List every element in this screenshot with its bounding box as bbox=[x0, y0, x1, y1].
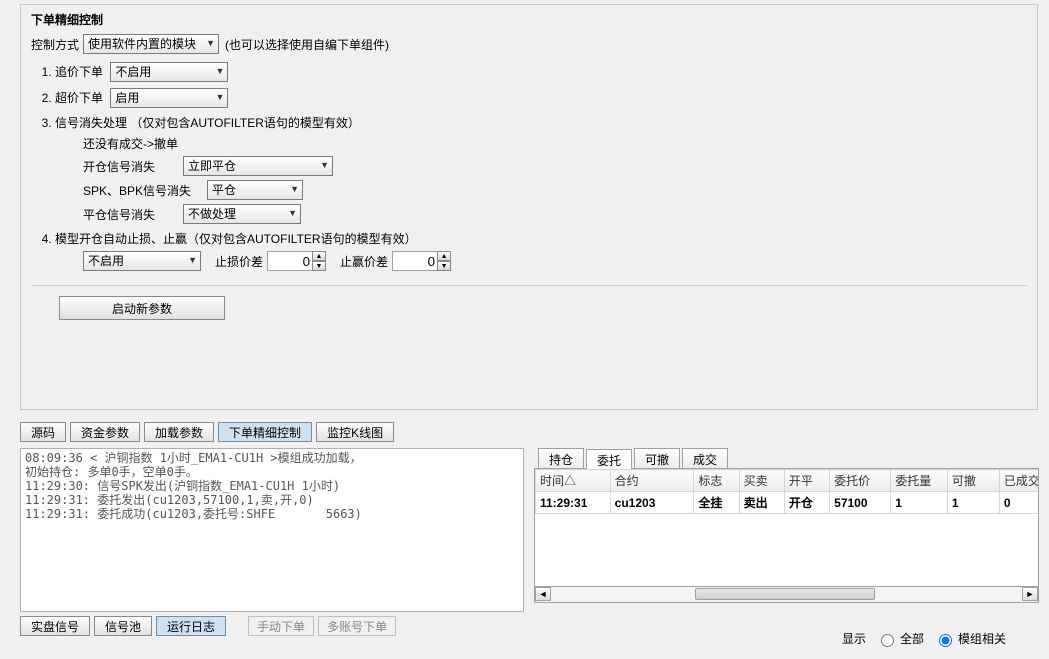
orders-tabstrip: 持仓 委托 可撤 成交 bbox=[534, 448, 1039, 469]
mid-tabstrip: 源码 资金参数 加载参数 下单精细控制 监控K线图 bbox=[20, 422, 394, 442]
tab-filled[interactable]: 成交 bbox=[682, 448, 728, 468]
fine-order-control-panel: 下单精细控制 控制方式 使用软件内置的模块 (也可以选择使用自编下单组件) 追价… bbox=[20, 4, 1038, 410]
tab-run-log[interactable]: 运行日志 bbox=[156, 616, 226, 636]
col-bs[interactable]: 买卖 bbox=[739, 470, 784, 492]
close-lost-select[interactable]: 不做处理 bbox=[183, 204, 301, 224]
col-oc[interactable]: 开平 bbox=[784, 470, 829, 492]
tab-real-signal[interactable]: 实盘信号 bbox=[20, 616, 90, 636]
col-filled[interactable]: 已成交 bbox=[999, 470, 1039, 492]
table-row[interactable]: 11:29:31 cu1203 全挂 卖出 开仓 57100 1 1 0 0 bbox=[536, 492, 1040, 514]
tab-fund-params[interactable]: 资金参数 bbox=[70, 422, 140, 442]
loss-input[interactable] bbox=[267, 251, 313, 271]
tab-position[interactable]: 持仓 bbox=[538, 448, 584, 468]
win-spin-down[interactable]: ▼ bbox=[437, 261, 451, 271]
col-qty[interactable]: 委托量 bbox=[891, 470, 948, 492]
tab-load-params[interactable]: 加载参数 bbox=[144, 422, 214, 442]
orders-panel: 持仓 委托 可撤 成交 时间△ 合约 标志 买卖 开平 委托价 委托量 bbox=[534, 448, 1039, 612]
win-label: 止赢价差 bbox=[340, 253, 388, 270]
show-label: 显示 bbox=[842, 630, 866, 647]
tab-cancelable[interactable]: 可撤 bbox=[634, 448, 680, 468]
col-price[interactable]: 委托价 bbox=[830, 470, 891, 492]
col-cancelable[interactable]: 可撤 bbox=[947, 470, 999, 492]
tab-entrust[interactable]: 委托 bbox=[586, 449, 632, 469]
log-line: 11:29:30: 信号SPK发出(沪铜指数_EMA1-CU1H 1小时) bbox=[25, 479, 340, 493]
log-line: 11:29:31: 委托发出(cu1203,57100,1,卖,开,0) bbox=[25, 493, 314, 507]
control-mode-hint: (也可以选择使用自编下单组件) bbox=[225, 36, 389, 53]
multi-account-order-button: 多账号下单 bbox=[318, 616, 396, 636]
loss-spin-up[interactable]: ▲ bbox=[312, 251, 326, 261]
loss-label: 止损价差 bbox=[215, 253, 263, 270]
apply-new-params-button[interactable]: 启动新参数 bbox=[59, 296, 225, 320]
radio-model-related[interactable]: 模组相关 bbox=[934, 630, 1006, 647]
win-input[interactable] bbox=[392, 251, 438, 271]
log-line: 08:09:36 < 沪铜指数 1小时_EMA1-CU1H >模组成功加载， bbox=[25, 451, 362, 465]
log-line: 11:29:31: 委托成功(cu1203,委托号:SHFE 5663) bbox=[25, 507, 362, 521]
over-label: 超价下单 bbox=[55, 89, 103, 106]
panel-title: 下单精细控制 bbox=[31, 11, 1027, 28]
chase-select[interactable]: 不启用 bbox=[110, 62, 228, 82]
show-filter-row: 显示 全部 模组相关 bbox=[842, 630, 1006, 647]
open-lost-select[interactable]: 立即平仓 bbox=[183, 156, 333, 176]
manual-order-button: 手动下单 bbox=[248, 616, 314, 636]
tab-signal-pool[interactable]: 信号池 bbox=[94, 616, 152, 636]
log-line: 初始持仓: 多单0手，空单0手。 bbox=[25, 465, 198, 479]
close-lost-label: 平仓信号消失 bbox=[83, 206, 183, 223]
bottom-left-tabstrip: 实盘信号 信号池 运行日志 手动下单 多账号下单 bbox=[20, 616, 396, 636]
col-contract[interactable]: 合约 bbox=[610, 470, 694, 492]
signal-lost-label: 信号消失处理 （仅对包含AUTOFILTER语句的模型有效） bbox=[55, 114, 360, 131]
spk-lost-select[interactable]: 平仓 bbox=[207, 180, 303, 200]
separator bbox=[31, 285, 1027, 286]
signal-lost-note: 还没有成交->撤单 bbox=[83, 135, 178, 152]
col-time[interactable]: 时间△ bbox=[536, 470, 611, 492]
win-spin-up[interactable]: ▲ bbox=[437, 251, 451, 261]
grid-hscrollbar[interactable]: ◄ ► bbox=[534, 587, 1039, 603]
col-flag[interactable]: 标志 bbox=[694, 470, 739, 492]
spk-lost-label: SPK、BPK信号消失 bbox=[83, 182, 207, 199]
radio-all[interactable]: 全部 bbox=[876, 630, 924, 647]
loss-spin-down[interactable]: ▼ bbox=[312, 261, 326, 271]
orders-grid: 时间△ 合约 标志 买卖 开平 委托价 委托量 可撤 已成交 已 11:29:3… bbox=[534, 469, 1039, 587]
tab-monitor-kline[interactable]: 监控K线图 bbox=[316, 422, 394, 442]
options-list: 追价下单 不启用 超价下单 启用 信号消失处理 （仅对包含AUTOFILTER语… bbox=[31, 62, 1027, 271]
open-lost-label: 开仓信号消失 bbox=[83, 158, 183, 175]
scroll-left-icon[interactable]: ◄ bbox=[535, 587, 551, 601]
chase-label: 追价下单 bbox=[55, 63, 103, 80]
auto-sl-enable-select[interactable]: 不启用 bbox=[83, 251, 201, 271]
scroll-thumb[interactable] bbox=[695, 588, 875, 600]
run-log: 08:09:36 < 沪铜指数 1小时_EMA1-CU1H >模组成功加载， 初… bbox=[20, 448, 524, 612]
auto-sl-label: 模型开仓自动止损、止赢（仅对包含AUTOFILTER语句的模型有效） bbox=[55, 230, 417, 247]
over-select[interactable]: 启用 bbox=[110, 88, 228, 108]
tab-source[interactable]: 源码 bbox=[20, 422, 66, 442]
tab-fine-order-control[interactable]: 下单精细控制 bbox=[218, 422, 312, 442]
scroll-right-icon[interactable]: ► bbox=[1022, 587, 1038, 601]
control-mode-label: 控制方式 bbox=[31, 36, 79, 53]
grid-header-row: 时间△ 合约 标志 买卖 开平 委托价 委托量 可撤 已成交 已 bbox=[536, 470, 1040, 492]
control-mode-select[interactable]: 使用软件内置的模块 bbox=[83, 34, 219, 54]
